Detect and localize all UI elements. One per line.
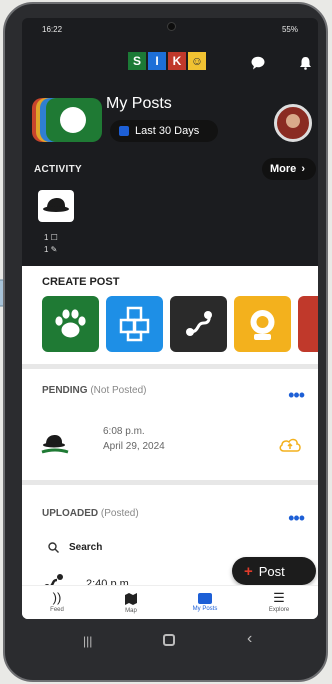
nav-feed-label: Feed — [50, 607, 64, 613]
cloud-upload-icon[interactable] — [278, 436, 302, 454]
uploaded-heading: UPLOADED (Posted) — [42, 508, 139, 519]
more-label: More — [270, 163, 297, 175]
date-range-label: Last 30 Days — [135, 125, 200, 137]
app-screen: 16:22 55% S I K ☺ My Posts Last 30 Days … — [22, 18, 318, 619]
pending-time: 6:08 p.m. — [103, 426, 145, 437]
uploaded-title: UPLOADED — [42, 508, 99, 519]
system-nav-bar: ||| ‹ — [5, 624, 330, 664]
status-bar: 16:22 55% — [22, 18, 318, 38]
home-icon[interactable] — [163, 634, 175, 646]
date-range-selector[interactable]: Last 30 Days — [110, 120, 218, 142]
section-divider — [22, 480, 318, 485]
post-button[interactable]: + Post — [232, 557, 316, 585]
logo-letter-i: I — [148, 52, 166, 70]
nav-map-label: Map — [125, 608, 137, 614]
nav-explore[interactable]: ☰ Explore — [249, 589, 309, 613]
section-divider — [22, 364, 318, 369]
blocks-icon — [119, 306, 150, 342]
plus-icon: + — [244, 562, 253, 580]
logo-letter-k: K — [168, 52, 186, 70]
status-battery: 55% — [281, 25, 298, 34]
more-button[interactable]: More › — [262, 158, 316, 180]
logo-face: ☺ — [188, 52, 206, 70]
phone-frame: 16:22 55% S I K ☺ My Posts Last 30 Days … — [3, 2, 328, 682]
content-panel: CREATE POST PENDING (Not Posted) ••• 6:0… — [22, 266, 318, 619]
pending-subtitle: (Not Posted) — [90, 385, 147, 396]
create-route-tile[interactable] — [170, 296, 227, 352]
post-button-label: Post — [258, 563, 285, 579]
route-icon — [186, 311, 212, 336]
pending-heading: PENDING (Not Posted) — [42, 385, 146, 396]
uploaded-menu-icon[interactable]: ••• — [288, 509, 305, 527]
create-camera-tile[interactable] — [234, 296, 291, 352]
front-camera — [167, 22, 176, 31]
page-title: My Posts — [106, 95, 172, 112]
activity-stats: 1 ☐ 1 ✎ — [44, 232, 58, 256]
activity-edits-count: 1 ✎ — [44, 245, 58, 254]
activity-heading: ACTIVITY — [34, 164, 82, 175]
status-time: 16:22 — [42, 25, 63, 34]
nav-map[interactable]: Map — [101, 589, 161, 614]
nav-explore-label: Explore — [268, 607, 290, 613]
hat-icon — [43, 198, 69, 212]
nav-my-posts[interactable]: My Posts — [175, 589, 235, 612]
camera-icon — [250, 310, 275, 340]
activity-card[interactable] — [38, 190, 74, 222]
hamburger-icon: ☰ — [273, 590, 285, 605]
profile-header: My Posts Last 30 Days — [22, 78, 318, 168]
create-wildlife-tile[interactable] — [42, 296, 99, 352]
search-label: Search — [69, 542, 103, 553]
feed-icon: )) — [52, 590, 62, 605]
avatar[interactable] — [274, 104, 312, 142]
pending-title: PENDING — [42, 385, 88, 396]
chevron-right-icon: › — [301, 163, 306, 175]
bell-icon[interactable] — [299, 56, 312, 70]
create-blocks-tile[interactable] — [106, 296, 163, 352]
logo-letter-s: S — [128, 52, 146, 70]
map-icon — [125, 593, 137, 605]
search-icon — [48, 542, 59, 553]
pending-post-item[interactable]: 6:08 p.m. April 29, 2024 — [40, 424, 310, 464]
chat-icon[interactable] — [251, 56, 265, 70]
nav-my-posts-label: My Posts — [192, 606, 218, 612]
create-more-tile[interactable] — [298, 296, 318, 352]
hat-icon — [41, 435, 69, 454]
app-logo: S I K ☺ — [128, 52, 206, 70]
paw-icon — [55, 309, 86, 338]
pending-menu-icon[interactable]: ••• — [288, 386, 305, 404]
activity-posts-count: 1 ☐ — [44, 233, 58, 242]
search-bar[interactable]: Search — [48, 542, 102, 553]
post-type-stack-icon — [32, 98, 102, 142]
my-posts-icon — [198, 593, 212, 604]
bottom-nav: )) Feed Map My Posts ☰ Explore — [22, 585, 318, 619]
top-bar: S I K ☺ — [22, 44, 318, 78]
calendar-icon — [119, 126, 129, 136]
nav-feed[interactable]: )) Feed — [27, 589, 87, 613]
uploaded-subtitle: (Posted) — [100, 508, 139, 519]
back-icon[interactable]: ‹ — [247, 630, 252, 648]
create-post-heading: CREATE POST — [42, 276, 120, 288]
pending-date: April 29, 2024 — [103, 441, 165, 452]
recent-apps-icon[interactable]: ||| — [83, 634, 92, 648]
